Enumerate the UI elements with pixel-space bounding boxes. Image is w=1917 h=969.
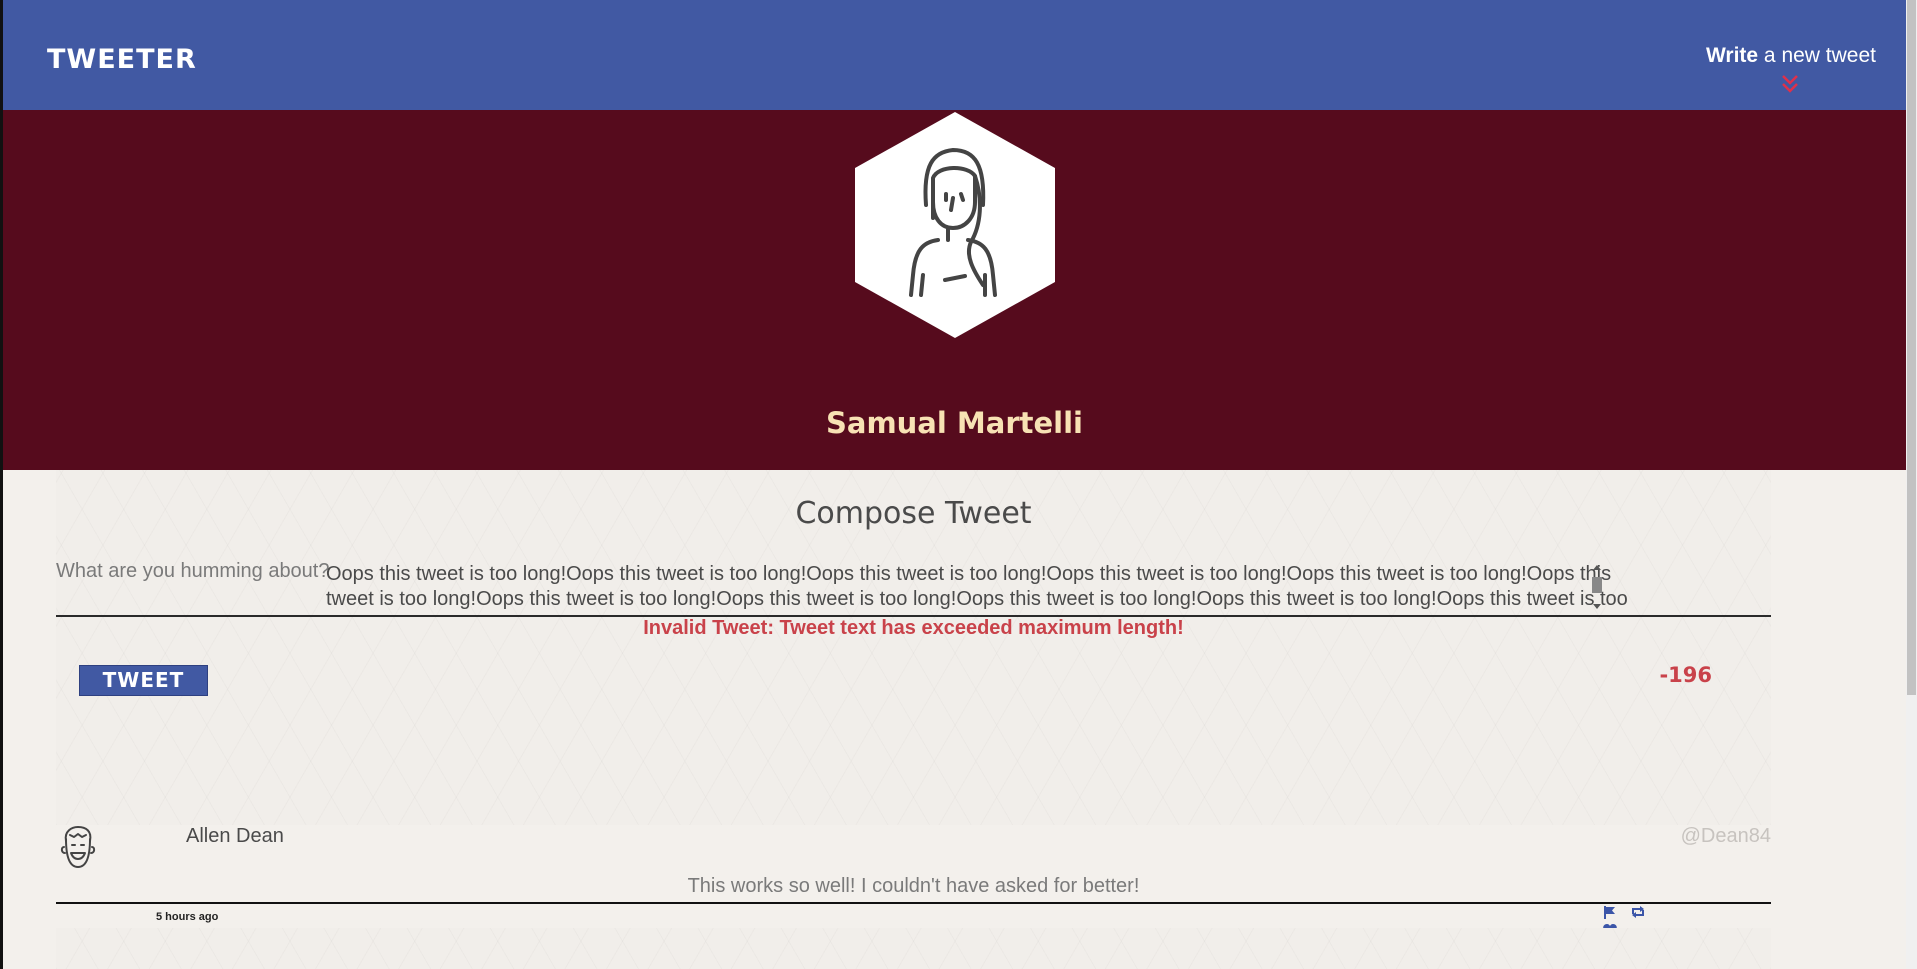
- avatar: [855, 112, 1055, 338]
- scroll-thumb[interactable]: [1592, 577, 1602, 593]
- brand-logo[interactable]: TWEETER: [47, 44, 197, 75]
- flag-icon[interactable]: [1602, 904, 1618, 920]
- retweet-icon[interactable]: [1630, 904, 1646, 920]
- tweet-divider: [56, 902, 1771, 904]
- page-scrollbar[interactable]: [1906, 0, 1917, 969]
- tweet-body: This works so well! I couldn't have aske…: [687, 875, 1140, 897]
- tweet-textarea[interactable]: Oops this tweet is too long!Oops this tw…: [326, 562, 1651, 612]
- tweet-actions: [1602, 904, 1682, 936]
- compose-prompt-label: What are you humming about?: [56, 560, 330, 582]
- page-scroll-thumb[interactable]: [1907, 0, 1916, 695]
- write-new-tweet-link[interactable]: Write a new tweet: [1706, 44, 1876, 68]
- profile-name: Samual Martelli: [825, 406, 1083, 440]
- user-avatar-icon: [60, 826, 96, 868]
- chevron-double-down-icon[interactable]: [1780, 73, 1800, 95]
- textarea-scrollbar[interactable]: [1591, 565, 1603, 609]
- top-nav: TWEETER Write a new tweet: [3, 0, 1906, 110]
- char-counter: -196: [1659, 663, 1712, 687]
- write-label: Write: [1705, 44, 1759, 67]
- tweet-timestamp: 5 hours ago: [156, 911, 219, 923]
- profile-header: Samual Martelli: [3, 110, 1906, 470]
- compose-title: Compose Tweet: [795, 496, 1032, 531]
- scroll-down-arrow-icon[interactable]: [1593, 604, 1601, 609]
- scroll-up-arrow-icon[interactable]: [1593, 565, 1601, 570]
- tweet-card: Allen Dean @Dean84 This works so well! I…: [56, 825, 1771, 936]
- page: TWEETER Write a new tweet Samual Martell…: [0, 0, 1917, 969]
- error-message: Invalid Tweet: Tweet text has exceeded m…: [643, 617, 1184, 639]
- tweet-author-handle: @Dean84: [1680, 825, 1771, 847]
- tweet-button[interactable]: TWEET: [79, 665, 208, 696]
- feed-background: [56, 928, 1771, 969]
- compose-section: Compose Tweet What are you humming about…: [56, 470, 1771, 825]
- tweet-author-name: Allen Dean: [186, 825, 284, 847]
- new-tweet-label: a new tweet: [1758, 44, 1876, 67]
